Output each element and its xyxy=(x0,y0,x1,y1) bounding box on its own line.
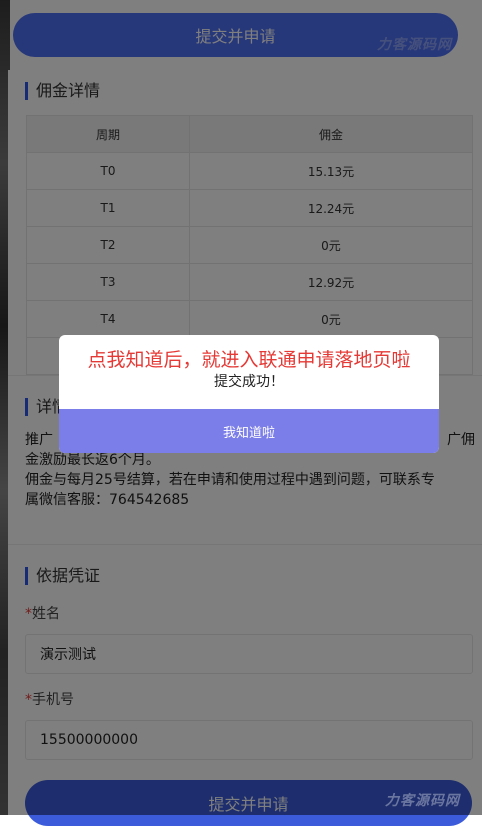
success-dialog: 点我知道后，就进入联通申请落地页啦 提交成功！ 我知道啦 xyxy=(59,335,439,453)
dialog-title: 点我知道后，就进入联通申请落地页啦 xyxy=(87,349,411,371)
dialog-confirm-button[interactable]: 我知道啦 xyxy=(59,409,439,453)
watermark: 力客源码网 xyxy=(385,793,460,809)
dialog-message: 提交成功！ xyxy=(214,374,284,390)
